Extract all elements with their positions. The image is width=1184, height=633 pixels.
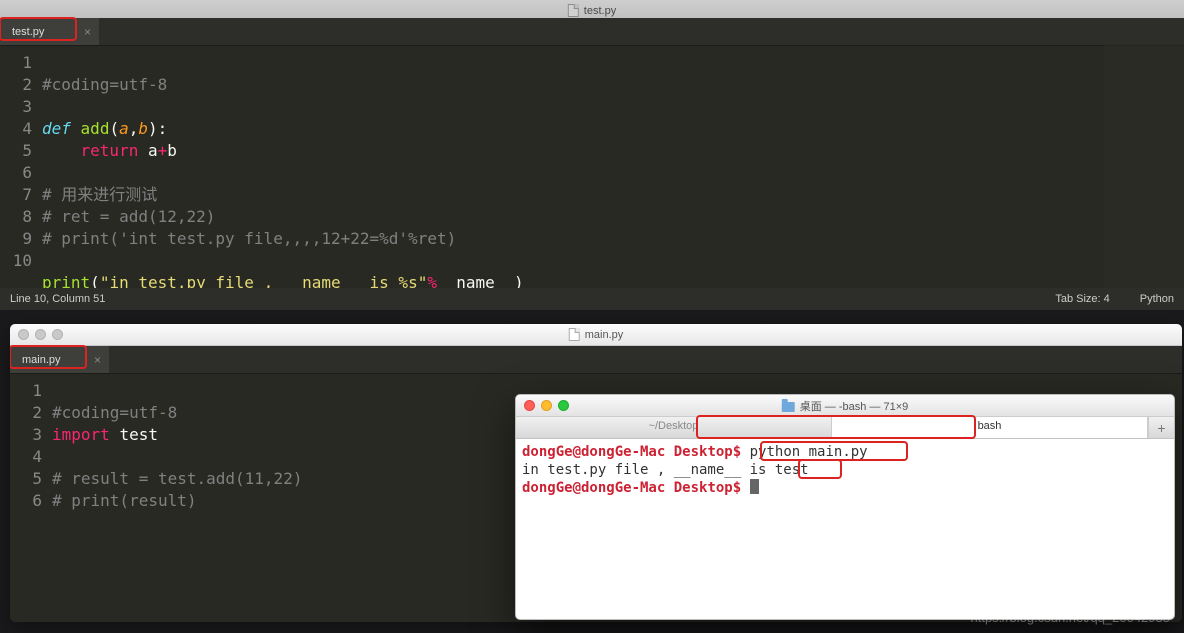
file-icon	[568, 4, 579, 17]
tab-testpy[interactable]: test.py ×	[0, 18, 100, 45]
status-position[interactable]: Line 10, Column 51	[10, 293, 105, 305]
minimize-icon[interactable]	[541, 400, 552, 411]
tab-bar: main.py ×	[10, 346, 1182, 374]
terminal-line-1: dongGe@dongGe-Mac Desktop$ python main.p…	[522, 443, 1168, 461]
terminal-line-2: in test.py file , __name__ is test	[522, 461, 1168, 479]
status-language[interactable]: Python	[1140, 293, 1174, 305]
terminal-tab-bash[interactable]: bash	[832, 417, 1148, 438]
minimap[interactable]	[1104, 18, 1184, 310]
close-icon[interactable]	[524, 400, 535, 411]
terminal-titlebar[interactable]: 桌面 — -bash — 71×9	[516, 395, 1174, 417]
terminal-line-3: dongGe@dongGe-Mac Desktop$	[522, 479, 1168, 497]
code-area[interactable]: 1 2 3 4 5 6 7 8 9 10 #coding=utf-8 def a…	[0, 46, 1184, 316]
code[interactable]: #coding=utf-8 import test # result = tes…	[52, 380, 302, 534]
terminal-body[interactable]: dongGe@dongGe-Mac Desktop$ python main.p…	[516, 439, 1174, 501]
status-bar: Line 10, Column 51 Tab Size: 4 Python	[0, 288, 1184, 310]
gutter: 1 2 3 4 5 6 7 8 9 10	[0, 52, 42, 316]
close-icon[interactable]: ×	[94, 353, 101, 367]
editor-testpy: test.py × 1 2 3 4 5 6 7 8 9 10 #coding=u…	[0, 18, 1184, 310]
terminal-title: 桌面 — -bash — 71×9	[800, 398, 909, 414]
code[interactable]: #coding=utf-8 def add(a,b): return a+b #…	[42, 52, 524, 316]
terminal-tab-desktop[interactable]: ~/Desktop	[516, 417, 832, 438]
zoom-icon[interactable]	[558, 400, 569, 411]
minimize-icon[interactable]	[35, 329, 46, 340]
terminal-window: 桌面 — -bash — 71×9 ~/Desktop bash + dongG…	[515, 394, 1175, 620]
status-tabsize[interactable]: Tab Size: 4	[1055, 293, 1109, 305]
close-icon[interactable]: ×	[84, 25, 91, 39]
file-icon	[569, 328, 580, 341]
window-title: main.py	[585, 329, 624, 341]
zoom-icon[interactable]	[52, 329, 63, 340]
tab-mainpy[interactable]: main.py ×	[10, 346, 110, 373]
watermark: https://blog.csdn.net/qq_20042935	[971, 610, 1171, 625]
gutter: 1 2 3 4 5 6	[10, 380, 52, 534]
terminal-tabs: ~/Desktop bash +	[516, 417, 1174, 439]
tab-label: main.py	[22, 354, 61, 366]
folder-icon	[782, 402, 795, 412]
window-titlebar[interactable]: main.py	[10, 324, 1182, 346]
close-icon[interactable]	[18, 329, 29, 340]
tab-label: test.py	[12, 26, 44, 38]
parent-title: test.py	[584, 5, 616, 17]
cursor	[750, 479, 759, 494]
terminal-add-tab[interactable]: +	[1148, 417, 1174, 438]
tab-bar: test.py ×	[0, 18, 1184, 46]
